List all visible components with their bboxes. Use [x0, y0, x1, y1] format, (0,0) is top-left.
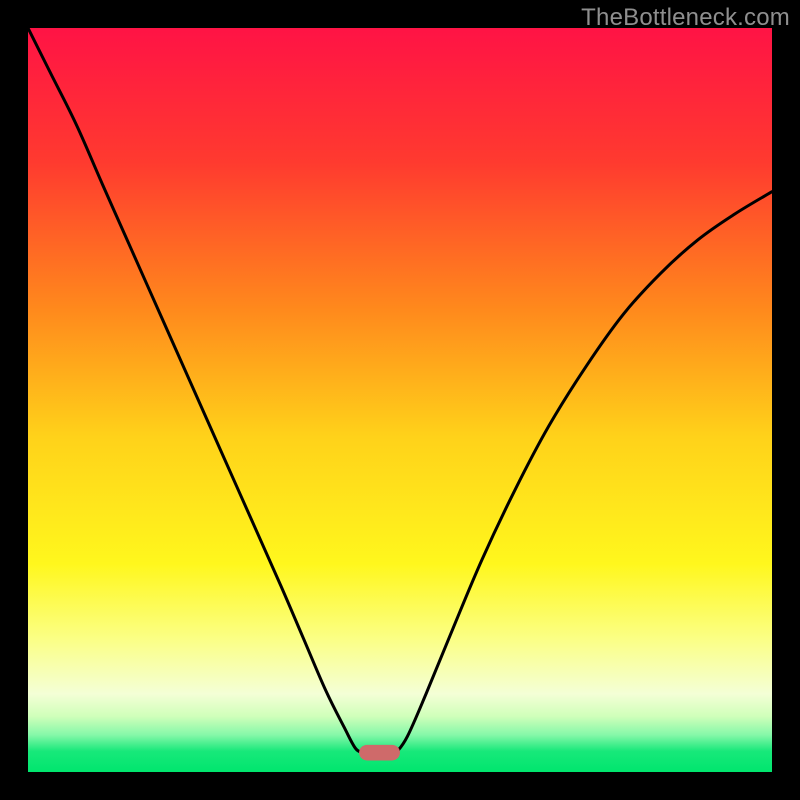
chart-frame: TheBottleneck.com [0, 0, 800, 800]
chart-svg [28, 28, 772, 772]
optimum-marker [359, 745, 400, 761]
gradient-background [28, 28, 772, 772]
plot-area [28, 28, 772, 772]
